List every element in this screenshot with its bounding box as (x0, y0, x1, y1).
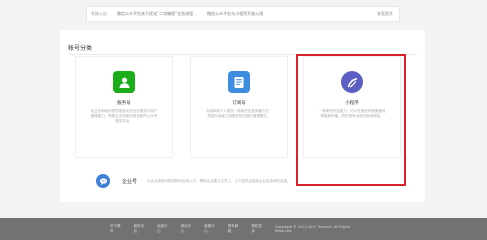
system-notice-bar: 系统公告 微信公众平台关于优化“二次确权”业务流程… 微信公众平台与小程序开放公… (86, 6, 400, 22)
footer-link[interactable]: 关于腾讯 (110, 224, 122, 234)
footer-link[interactable]: 运营中心 (157, 224, 169, 234)
notice-label: 系统公告 (91, 11, 107, 16)
footer-link[interactable]: 辟谣中心 (181, 224, 193, 234)
footer-copyright: Copyright © 2012-2017 Tencent. All Right… (274, 225, 351, 233)
card-name: 服务号 (117, 101, 131, 106)
footer-links: 关于腾讯 服务协议 运营中心 辟谣中心 客服中心 联系邮箱 侵权投诉 (110, 224, 275, 234)
card-service-account[interactable]: 服务号 给企业和组织提供更强大的业务服务与用户管理能力，帮助企业快速实现全新的公… (75, 56, 173, 158)
card-name: 订阅号 (232, 101, 246, 106)
notice-item[interactable]: 微信公众平台与小程序开放公测 (207, 11, 263, 17)
enterprise-account-icon (96, 174, 110, 188)
account-types-panel: 帐号分类 服务号 给企业和组织提供更强大的业务服务与用户管理能力，帮助企业快速实… (60, 30, 425, 202)
footer-link[interactable]: 侵权投诉 (251, 224, 263, 234)
notice-item[interactable]: 微信公众平台关于优化“二次确权”业务流程… (117, 11, 197, 17)
footer-link[interactable]: 服务协议 (134, 224, 146, 234)
page-footer: 关于腾讯 服务协议 运营中心 辟谣中心 客服中心 联系邮箱 侵权投诉 Copyr… (0, 218, 487, 240)
mini-program-highlight-box (296, 54, 406, 186)
service-account-icon (113, 71, 135, 93)
enterprise-account-row[interactable]: 企业号 为企业或组织提供移动应用入口，帮助企业建立与员工、上下游供应链及企业应用… (96, 170, 426, 192)
card-subscription-account[interactable]: 订阅号 为媒体和个人提供一种新的信息传播方式，构建与读者之间更好的沟通与管理模式… (190, 56, 288, 158)
notice-more-link[interactable]: 查看更多 (377, 11, 393, 17)
enterprise-name: 企业号 (122, 178, 138, 185)
subscription-account-icon (228, 71, 250, 93)
footer-link[interactable]: 客服中心 (204, 224, 216, 234)
footer-link[interactable]: 联系邮箱 (228, 224, 240, 234)
card-description: 给企业和组织提供更强大的业务服务与用户管理能力，帮助企业快速实现全新的公众号服务… (90, 109, 158, 123)
card-description: 为媒体和个人提供一种新的信息传播方式，构建与读者之间更好的沟通与管理模式。 (205, 109, 273, 118)
section-title: 帐号分类 (68, 45, 93, 52)
enterprise-description: 为企业或组织提供移动应用入口，帮助企业建立与员工、上下游供应链及企业应用间的连接… (147, 178, 291, 183)
